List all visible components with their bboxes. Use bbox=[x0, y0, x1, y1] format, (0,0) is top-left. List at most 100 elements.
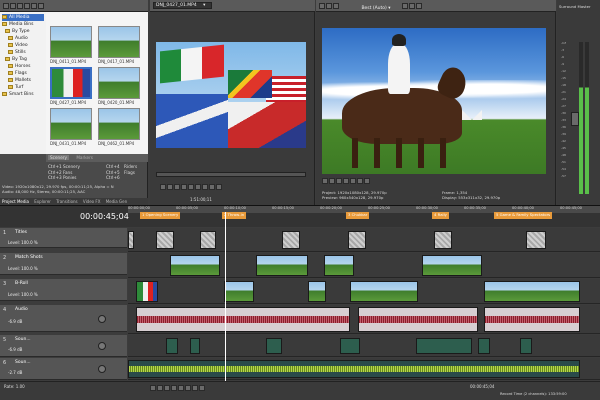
search-icon[interactable] bbox=[38, 3, 44, 9]
title-clip[interactable] bbox=[128, 231, 134, 249]
video-clip[interactable] bbox=[256, 255, 308, 276]
tree-item-flags[interactable]: Flags bbox=[2, 70, 44, 77]
trimmer-scrub-bar[interactable] bbox=[156, 172, 306, 177]
audio-clip[interactable] bbox=[484, 307, 580, 332]
preview-quality-select[interactable]: Best (Auto) bbox=[361, 6, 386, 11]
audio-clip[interactable] bbox=[136, 307, 350, 332]
stop-icon[interactable] bbox=[181, 184, 187, 190]
title-clip[interactable] bbox=[156, 231, 174, 249]
tree-item-by-tag[interactable]: By Tag bbox=[2, 56, 44, 63]
stop-icon[interactable] bbox=[350, 178, 356, 184]
pause-icon[interactable] bbox=[174, 184, 180, 190]
next-frame-icon[interactable] bbox=[195, 184, 201, 190]
pause-icon[interactable] bbox=[178, 385, 184, 391]
loop-icon[interactable] bbox=[160, 184, 166, 190]
import-icon[interactable] bbox=[3, 3, 9, 9]
media-thumb[interactable] bbox=[98, 108, 140, 140]
video-clip[interactable] bbox=[324, 255, 354, 276]
marker-1[interactable]: 1 Opening Scenery bbox=[140, 212, 181, 219]
sound-clip[interactable] bbox=[340, 338, 360, 354]
pan-knob[interactable] bbox=[98, 365, 106, 373]
copy-snapshot-icon[interactable] bbox=[415, 3, 422, 9]
tab-explorer[interactable]: Explorer bbox=[34, 199, 51, 204]
tab-transitions[interactable]: Transitions bbox=[56, 199, 77, 204]
video-clip[interactable] bbox=[170, 255, 220, 276]
overlays-icon[interactable] bbox=[401, 3, 408, 9]
sound-clip[interactable] bbox=[266, 338, 282, 354]
tab-media-generators[interactable]: Media Gen bbox=[106, 199, 127, 204]
track-header-titles[interactable]: 1 Titles Level: 100.0 % bbox=[0, 228, 127, 248]
stop-icon[interactable] bbox=[185, 385, 191, 391]
pause-icon[interactable] bbox=[343, 178, 349, 184]
marker-3[interactable]: 3 Chukkar bbox=[346, 212, 370, 219]
media-thumb[interactable] bbox=[98, 67, 140, 99]
audio-clip[interactable] bbox=[358, 307, 478, 332]
video-clip[interactable] bbox=[422, 255, 482, 276]
sound-clip[interactable] bbox=[416, 338, 472, 354]
video-clip[interactable] bbox=[136, 281, 158, 302]
video-clip[interactable] bbox=[308, 281, 326, 302]
track-header-sound-2[interactable]: 6 Soun... -2.7 dB bbox=[0, 358, 127, 380]
play-icon[interactable] bbox=[171, 385, 177, 391]
sound-clip[interactable] bbox=[520, 338, 532, 354]
play-from-start-icon[interactable] bbox=[164, 385, 170, 391]
sound-clip[interactable] bbox=[478, 338, 490, 354]
marker-4[interactable]: 4 Rally bbox=[432, 212, 449, 219]
trimmer-preview[interactable] bbox=[156, 42, 306, 148]
track-header-b-roll[interactable]: 3 B-Roll Level: 100.0 % bbox=[0, 279, 127, 301]
prev-frame-icon[interactable] bbox=[188, 184, 194, 190]
next-frame-icon[interactable] bbox=[364, 178, 370, 184]
tab-project-media[interactable]: Project Media bbox=[2, 199, 29, 204]
sound-clip[interactable] bbox=[128, 360, 580, 378]
pan-knob[interactable] bbox=[98, 342, 106, 350]
track-header-audio[interactable]: 4 Audio -6.9 dB bbox=[0, 305, 127, 332]
title-clip[interactable] bbox=[282, 231, 300, 249]
tree-item-mallets[interactable]: Mallets bbox=[2, 77, 44, 84]
track-header-match-shots[interactable]: 2 Match Shots Level: 100.0 % bbox=[0, 253, 127, 275]
current-time[interactable]: 00:00:45;04 bbox=[80, 212, 129, 221]
tree-item-video[interactable]: Video bbox=[2, 42, 44, 49]
tree-item-horses[interactable]: Horses bbox=[2, 63, 44, 70]
pan-knob[interactable] bbox=[98, 315, 106, 323]
tree-item-by-type[interactable]: By Type bbox=[2, 28, 44, 35]
media-thumb-selected[interactable] bbox=[50, 67, 92, 99]
title-clip[interactable] bbox=[200, 231, 216, 249]
tab-scenery[interactable]: Scenery bbox=[48, 155, 69, 160]
play-icon[interactable] bbox=[336, 178, 342, 184]
media-thumb[interactable] bbox=[98, 26, 140, 58]
loop-icon[interactable] bbox=[322, 178, 328, 184]
tree-item-smart-bins[interactable]: Smart Bins bbox=[2, 91, 44, 98]
go-to-end-icon[interactable] bbox=[199, 385, 205, 391]
play-icon[interactable] bbox=[167, 184, 173, 190]
track-header-sound-1[interactable]: 5 Soun... -6.9 dB bbox=[0, 335, 127, 357]
views-icon[interactable] bbox=[31, 3, 37, 9]
tree-item-turf[interactable]: Turf bbox=[2, 84, 44, 91]
properties-icon[interactable] bbox=[319, 3, 325, 9]
snapshot-icon[interactable] bbox=[408, 3, 415, 9]
mark-out-icon[interactable] bbox=[209, 184, 215, 190]
title-clip[interactable] bbox=[348, 231, 366, 249]
preview-video[interactable] bbox=[322, 28, 546, 174]
marker-5[interactable]: 5 Game & Family Spectators bbox=[494, 212, 553, 219]
video-clip[interactable] bbox=[350, 281, 418, 302]
properties-icon[interactable] bbox=[24, 3, 30, 9]
video-clip[interactable] bbox=[484, 281, 580, 302]
sound-clip[interactable] bbox=[190, 338, 200, 354]
loop-icon[interactable] bbox=[157, 385, 163, 391]
tree-item-audio[interactable]: Audio bbox=[2, 35, 44, 42]
title-clip[interactable] bbox=[526, 231, 546, 249]
capture-icon[interactable] bbox=[10, 3, 16, 9]
record-icon[interactable] bbox=[150, 385, 156, 391]
playhead[interactable] bbox=[225, 212, 226, 382]
remove-icon[interactable] bbox=[17, 3, 23, 9]
tree-item-all-media[interactable]: All Media bbox=[2, 14, 44, 21]
split-screen-icon[interactable] bbox=[333, 3, 339, 9]
chevron-down-icon[interactable]: ▾ bbox=[388, 6, 390, 11]
mark-in-icon[interactable] bbox=[202, 184, 208, 190]
preview-fx-icon[interactable] bbox=[326, 3, 332, 9]
sound-clip[interactable] bbox=[166, 338, 178, 354]
video-clip[interactable] bbox=[224, 281, 254, 302]
go-to-start-icon[interactable] bbox=[192, 385, 198, 391]
master-fader[interactable] bbox=[571, 112, 579, 126]
title-clip[interactable] bbox=[434, 231, 452, 249]
